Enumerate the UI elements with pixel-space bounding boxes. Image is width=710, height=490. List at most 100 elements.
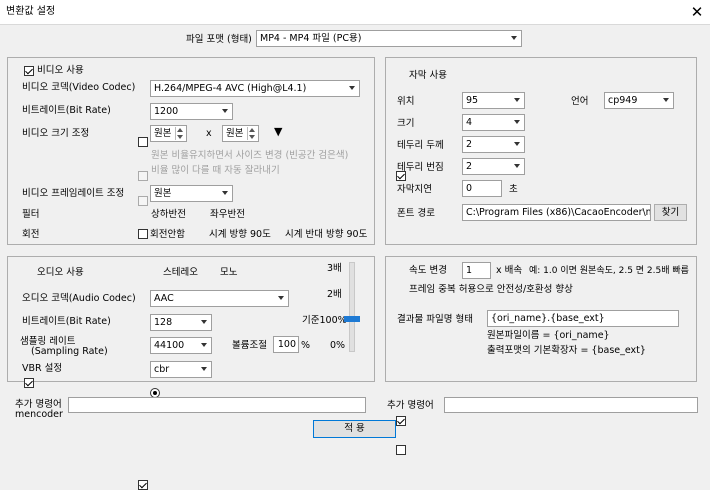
keep-ratio-label: 원본 비율유지하면서 사이즈 변경 (빈공간 검은색) <box>151 150 349 161</box>
subtitle-language-select[interactable]: cp949 <box>604 92 674 109</box>
audio-bitrate-value: 128 <box>154 317 173 328</box>
subtitle-position-value: 95 <box>466 95 479 106</box>
volume-slider-track[interactable] <box>349 262 355 352</box>
spinner-icon <box>175 127 185 140</box>
subtitle-size-select[interactable]: 4 <box>462 114 525 131</box>
rotate-ccw-label: 시계 반대 방향 90도 <box>285 229 368 240</box>
video-codec-value: H.264/MPEG-4 AVC (High@L4.1) <box>154 83 307 94</box>
speed-unit: x 배속 <box>496 265 523 276</box>
video-framerate-select[interactable]: 원본 <box>150 185 233 202</box>
hint-base-ext: 출력포맷의 기본확장자 = {base_ext} <box>487 345 646 356</box>
audio-bitrate-select[interactable]: 128 <box>150 314 212 331</box>
chevron-down-icon <box>349 86 355 90</box>
speed-input[interactable]: 1 <box>462 262 491 279</box>
sampling-checkbox[interactable] <box>138 480 148 490</box>
subtitle-font-label: 폰트 경로 <box>397 208 435 219</box>
audio-bitrate-label: 비트레이트(Bit Rate) <box>22 316 111 327</box>
result-name-input[interactable]: {ori_name}.{base_ext} <box>487 310 679 327</box>
chevron-down-icon <box>663 98 669 102</box>
browse-font-button[interactable]: 찾기 <box>654 204 687 221</box>
chevron-down-icon <box>514 120 520 124</box>
video-framerate-value: 원본 <box>154 188 172 199</box>
chevron-down-icon <box>514 98 520 102</box>
volume-input[interactable]: 100 <box>273 336 299 353</box>
subtitle-blur-select[interactable]: 2 <box>462 158 525 175</box>
subtitle-position-label: 위치 <box>397 96 415 107</box>
chevron-down-icon <box>201 367 207 371</box>
close-button[interactable]: ✕ <box>686 2 708 22</box>
format-label: 파일 포맷 (형태) <box>186 34 252 45</box>
subtitle-border-label: 테두리 두께 <box>397 140 444 151</box>
keep-ratio-checkbox[interactable] <box>138 171 148 181</box>
sampling-label-2: (Sampling Rate) <box>31 346 108 357</box>
size-preset-dropdown-icon[interactable]: ▼ <box>274 125 282 139</box>
audio-codec-label: 오디오 코덱(Audio Codec) <box>22 293 136 304</box>
rotate-none-label: 회전안함 <box>150 229 185 240</box>
chevron-down-icon <box>222 109 228 113</box>
vbr-label: VBR 설정 <box>22 363 63 374</box>
spinner-icon <box>247 127 257 140</box>
video-framerate-checkbox[interactable] <box>138 229 148 239</box>
title-bar <box>0 0 710 25</box>
volume-unit: % <box>301 340 311 351</box>
subtitle-blur-value: 2 <box>466 161 473 172</box>
subtitle-border-select[interactable]: 2 <box>462 136 525 153</box>
subtitle-border-value: 2 <box>466 139 473 150</box>
video-bitrate-select[interactable]: 1200 <box>150 103 233 120</box>
audio-use-label: 오디오 사용 <box>37 267 84 278</box>
chevron-down-icon <box>278 296 284 300</box>
audio-codec-select[interactable]: AAC <box>150 290 289 307</box>
speed-use-label: 속도 변경 <box>409 265 447 276</box>
audio-codec-value: AAC <box>154 293 174 304</box>
video-width-stepper[interactable]: 원본 <box>150 125 187 142</box>
video-codec-select[interactable]: H.264/MPEG-4 AVC (High@L4.1) <box>150 80 360 97</box>
chevron-down-icon <box>514 142 520 146</box>
extra-command-label: 추가 명령어 <box>387 400 434 411</box>
subtitle-language-label: 언어 <box>571 96 589 107</box>
auto-crop-checkbox[interactable] <box>138 196 148 206</box>
volume-label: 볼륨조절 <box>232 340 267 351</box>
subtitle-delay-label: 자막지연 <box>397 184 432 195</box>
mono-label: 모노 <box>220 267 238 278</box>
video-width-value: 원본 <box>154 128 172 139</box>
chevron-down-icon <box>514 164 520 168</box>
vbr-value: cbr <box>154 364 170 375</box>
sampling-select[interactable]: 44100 <box>150 337 212 354</box>
chevron-down-icon <box>201 343 207 347</box>
volume-slider-thumb[interactable] <box>344 316 360 322</box>
subtitle-position-select[interactable]: 95 <box>462 92 525 109</box>
filter-label: 필터 <box>22 209 40 220</box>
auto-crop-label: 비율 많이 다를 때 자동 잘라내기 <box>151 165 280 176</box>
video-size-checkbox[interactable] <box>138 137 148 147</box>
video-bitrate-value: 1200 <box>154 106 179 117</box>
chevron-down-icon <box>201 320 207 324</box>
mencoder-label-2: mencoder <box>15 409 63 420</box>
video-size-label: 비디오 크기 조정 <box>22 128 90 139</box>
scale-base-label: 기준100% <box>302 315 347 326</box>
flip-horizontal-label: 좌우반전 <box>210 209 245 220</box>
video-codec-label: 비디오 코덱(Video Codec) <box>22 82 136 93</box>
format-select[interactable]: MP4 - MP4 파일 (PC용) <box>256 30 522 47</box>
vbr-select[interactable]: cbr <box>150 361 212 378</box>
subtitle-delay-input[interactable]: 0 <box>462 180 502 197</box>
subtitle-font-input[interactable]: C:\Program Files (x86)\CacaoEncoder\m <box>462 204 651 221</box>
subtitle-size-label: 크기 <box>397 118 415 129</box>
result-name-label: 결과물 파일명 형태 <box>397 314 473 325</box>
audio-use-checkbox[interactable] <box>24 378 34 388</box>
subtitle-blur-label: 테두리 번짐 <box>397 162 444 173</box>
scale-2x-label: 2배 <box>327 289 342 300</box>
window-title: 변환값 설정 <box>6 6 56 17</box>
rotate-label: 회전 <box>22 229 40 240</box>
speed-use-checkbox[interactable] <box>396 416 406 426</box>
subtitle-language-value: cp949 <box>608 95 638 106</box>
chevron-down-icon <box>511 36 517 40</box>
flip-vertical-label: 상하반전 <box>151 209 186 220</box>
extra-command-input[interactable] <box>444 397 698 413</box>
video-bitrate-label: 비트레이트(Bit Rate) <box>22 105 111 116</box>
video-use-checkbox[interactable] <box>24 66 34 76</box>
video-height-stepper[interactable]: 원본 <box>222 125 259 142</box>
apply-button[interactable]: 적 용 <box>313 420 396 438</box>
subtitle-size-value: 4 <box>466 117 473 128</box>
mencoder-command-input[interactable] <box>68 397 366 413</box>
chevron-down-icon <box>222 191 228 195</box>
